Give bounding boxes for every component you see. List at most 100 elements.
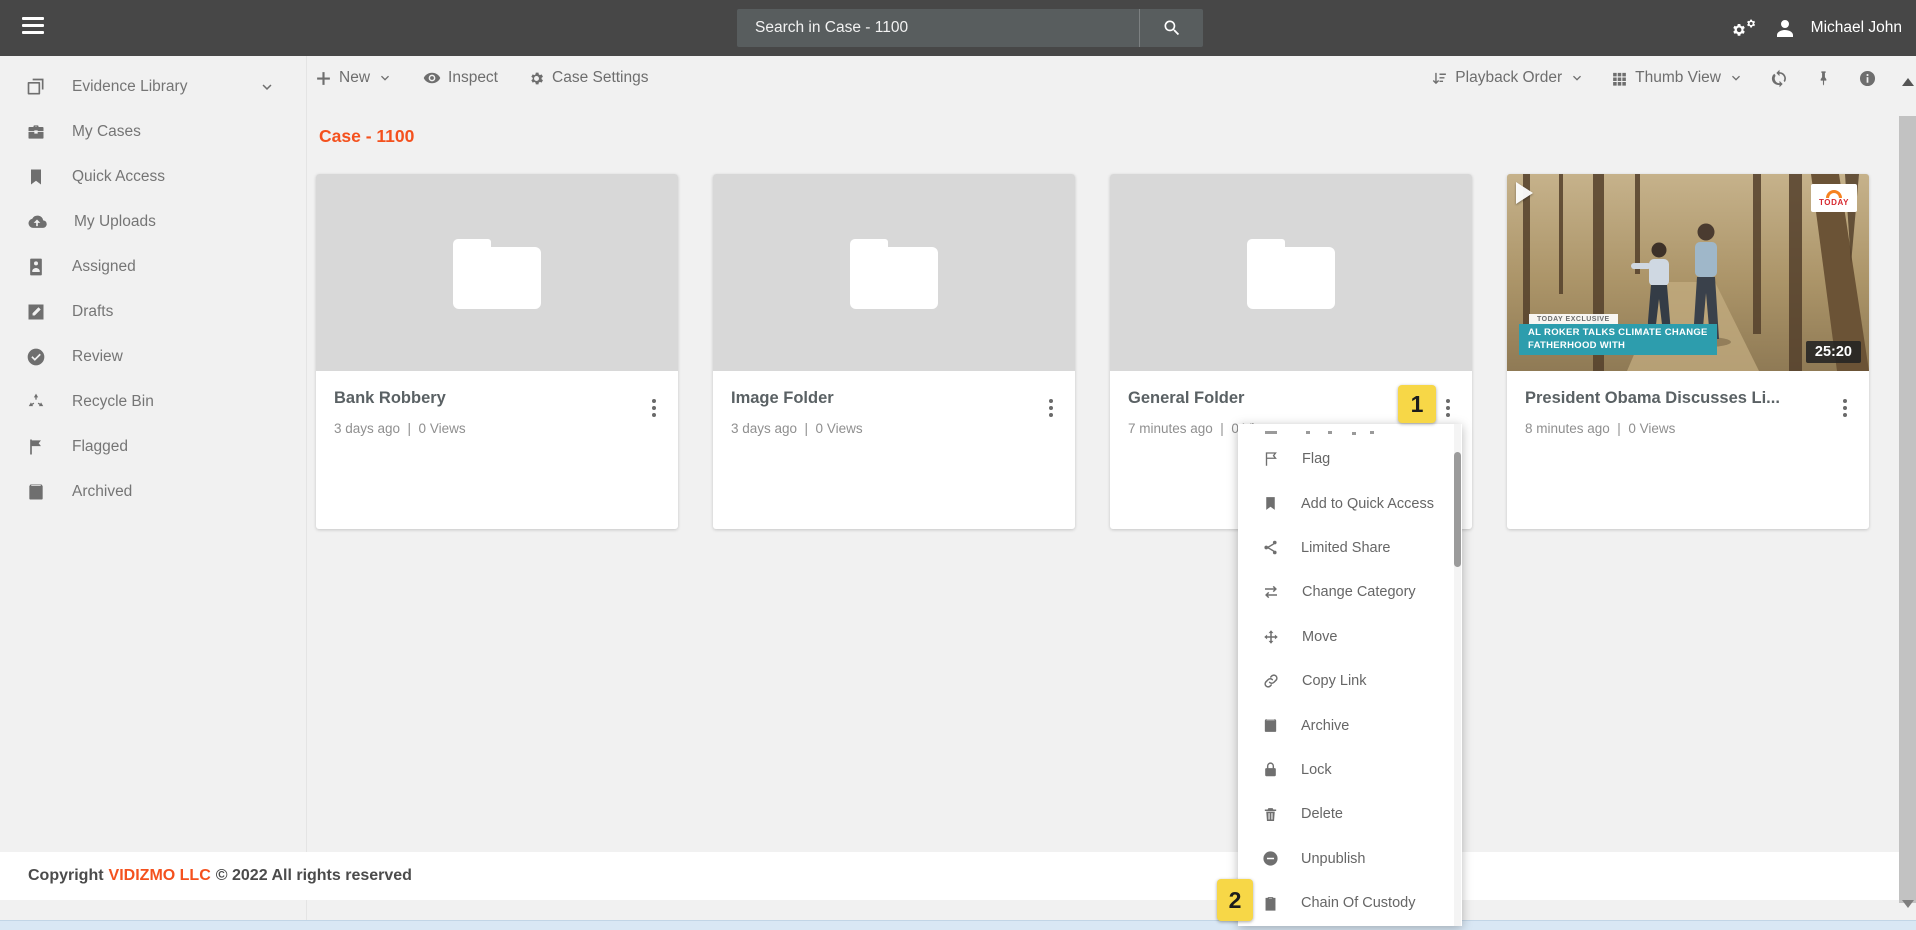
card-options-kebab-icon[interactable] [1043, 387, 1059, 411]
card-options-kebab-icon[interactable] [1837, 387, 1853, 411]
menu-item-archive[interactable]: Archive [1238, 703, 1462, 747]
toolbar-right: Playback Order Thumb View [1431, 69, 1877, 88]
share-icon [1264, 541, 1277, 555]
search-bar [737, 9, 1203, 47]
content-area: New Inspect Case Settings Playback Order [306, 56, 1899, 920]
sidebar-item-assigned[interactable]: Assigned [0, 244, 306, 289]
card-options-kebab-icon[interactable] [1440, 387, 1456, 411]
menu-item-chain-of-custody[interactable]: Chain Of Custody [1238, 881, 1462, 925]
card-video-president-obama[interactable]: TODAY TODAY EXCLUSIVE AL ROKER TALKS CLI… [1507, 174, 1869, 529]
sidebar: Evidence Library My Cases Quick Access M… [0, 56, 306, 930]
info-button[interactable] [1858, 69, 1877, 88]
hamburger-menu-icon[interactable] [22, 17, 46, 37]
case-settings-button[interactable]: Case Settings [528, 69, 649, 87]
card-thumbnail [713, 174, 1075, 371]
card-meta: 3 days ago | 0 Views [334, 421, 466, 436]
search-input[interactable] [737, 9, 1139, 47]
bookmark-icon [31, 169, 41, 184]
sidebar-item-archived[interactable]: Archived [0, 469, 306, 514]
pin-button[interactable] [1815, 69, 1832, 88]
copyright-prefix: Copyright [28, 867, 104, 884]
scrollbar-thumb[interactable] [1899, 116, 1916, 903]
menu-item-lock[interactable]: Lock [1238, 748, 1462, 792]
block-icon [1263, 851, 1278, 866]
inspect-button[interactable]: Inspect [423, 69, 498, 87]
video-thumbnail: TODAY TODAY EXCLUSIVE AL ROKER TALKS CLI… [1507, 174, 1869, 371]
card-thumbnail [316, 174, 678, 371]
scrollbar-up-arrow[interactable] [1902, 78, 1914, 86]
chevron-down-icon [262, 83, 272, 90]
copyright-suffix: © 2022 All rights reserved [215, 867, 412, 884]
toolbar-left: New Inspect Case Settings [315, 69, 649, 87]
sidebar-item-drafts[interactable]: Drafts [0, 289, 306, 334]
annotation-badge-2: 2 [1217, 879, 1253, 921]
user-menu-button[interactable] [1773, 16, 1797, 40]
sidebar-item-label: Evidence Library [72, 77, 188, 95]
scrollbar-down-arrow[interactable] [1902, 900, 1914, 908]
sidebar-item-label: My Uploads [74, 212, 156, 230]
sort-icon [1433, 72, 1447, 84]
menu-item-add-to-quick-access[interactable]: Add to Quick Access [1238, 481, 1462, 525]
playback-order-button[interactable]: Playback Order [1431, 69, 1585, 87]
sidebar-item-label: Assigned [72, 257, 136, 275]
edit-square-icon [28, 304, 44, 319]
card-bank-robbery[interactable]: Bank Robbery 3 days ago | 0 Views [316, 174, 678, 529]
refresh-button[interactable] [1770, 69, 1789, 88]
play-icon [1516, 182, 1533, 204]
today-logo: TODAY [1811, 184, 1857, 212]
menu-item-copy-link[interactable]: Copy Link [1238, 659, 1462, 703]
menu-item-delete[interactable]: Delete [1238, 792, 1462, 836]
person-icon [1776, 20, 1793, 37]
new-button[interactable]: New [315, 69, 393, 87]
card-image-folder[interactable]: Image Folder 3 days ago | 0 Views [713, 174, 1075, 529]
admin-settings-button[interactable] [1732, 17, 1759, 39]
folder-icon [453, 238, 541, 309]
search-button[interactable] [1139, 9, 1203, 47]
vertical-scrollbar[interactable] [1899, 56, 1916, 920]
bookmark-icon [1266, 497, 1275, 510]
sidebar-item-my-cases[interactable]: My Cases [0, 109, 306, 154]
sidebar-item-quick-access[interactable]: Quick Access [0, 154, 306, 199]
menu-item-flag[interactable]: Flag [1238, 437, 1462, 481]
card-meta: 8 minutes ago | 0 Views [1525, 421, 1676, 436]
sidebar-item-flagged[interactable]: Flagged [0, 424, 306, 469]
annotation-badge-1: 1 [1398, 385, 1436, 423]
lock-icon [1265, 762, 1276, 777]
context-menu: Flag Add to Quick Access Limited Share C… [1238, 424, 1462, 926]
menu-item-unpublish[interactable]: Unpublish [1238, 837, 1462, 881]
folder-icon [850, 238, 938, 309]
menu-item-limited-share[interactable]: Limited Share [1238, 526, 1462, 570]
trash-icon [1264, 807, 1277, 821]
archive-icon [1264, 719, 1277, 732]
sidebar-item-evidence-library[interactable]: Evidence Library [0, 64, 306, 109]
menu-item-change-category[interactable]: Change Category [1238, 570, 1462, 614]
user-area: Michael John [1732, 0, 1902, 56]
card-title: President Obama Discusses Li... [1525, 389, 1780, 407]
card-title: General Folder [1128, 389, 1245, 407]
sidebar-item-recycle-bin[interactable]: Recycle Bin [0, 379, 306, 424]
link-icon [1264, 674, 1278, 688]
vidizmo-brand-link[interactable]: VIDIZMO LLC [109, 867, 211, 885]
sidebar-item-review[interactable]: Review [0, 334, 306, 379]
recycle-icon [28, 393, 44, 406]
menu-item-move[interactable]: Move [1238, 615, 1462, 659]
context-menu-partial-item [1238, 424, 1462, 437]
archive-icon [29, 484, 43, 499]
user-name: Michael John [1810, 19, 1902, 36]
thumb-view-button[interactable]: Thumb View [1611, 69, 1744, 87]
horizontal-scrollbar[interactable] [0, 920, 1916, 930]
sidebar-item-my-uploads[interactable]: My Uploads [0, 199, 306, 244]
sidebar-item-label: Drafts [72, 302, 114, 320]
context-menu-scrollbar-thumb[interactable] [1454, 452, 1461, 567]
library-icon [27, 78, 44, 94]
id-badge-icon [30, 258, 42, 275]
sidebar-item-label: Flagged [72, 437, 129, 455]
card-title: Image Folder [731, 389, 834, 407]
card-title: Bank Robbery [334, 389, 446, 407]
card-options-kebab-icon[interactable] [646, 387, 662, 411]
vidizmo-app: Michael John Evidence Library My Cases Q… [0, 0, 1916, 930]
topbar: Michael John [0, 0, 1916, 56]
move-icon [1264, 630, 1278, 644]
sidebar-item-label: My Cases [72, 122, 141, 140]
refresh-icon [1771, 69, 1786, 87]
